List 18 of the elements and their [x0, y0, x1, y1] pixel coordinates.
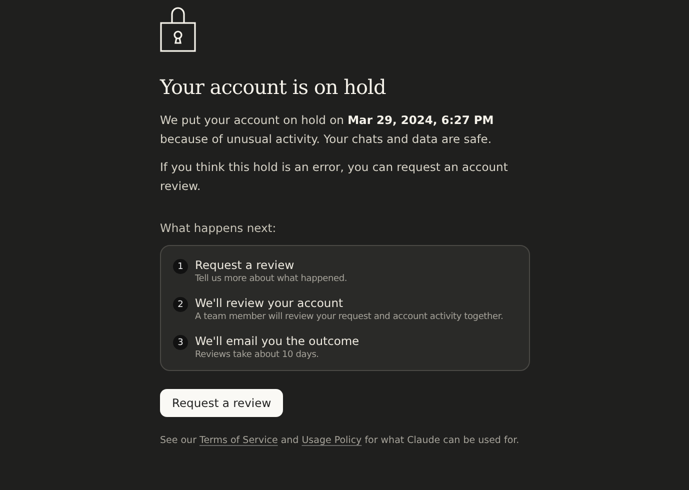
policy-link[interactable]: Terms of Service: [200, 435, 278, 446]
policy-link[interactable]: Usage Policy: [302, 435, 362, 446]
steps-heading: What happens next:: [160, 221, 278, 235]
step-title: We'll email you the outcome: [195, 334, 360, 349]
step-detail: A team member will review your request and account activity together.: [195, 311, 504, 324]
request-review-button[interactable]: Request a review: [160, 389, 284, 417]
padlock-icon: [160, 7, 196, 53]
step-number: 1: [173, 259, 188, 274]
review-note: If you think this hold is an error, you can request an account review.: [160, 159, 509, 195]
step-detail: Tell us more about what happened.: [195, 273, 347, 286]
step-number: 3: [173, 335, 188, 350]
step-detail: Reviews take about 10 days.: [195, 349, 320, 362]
step-title: We'll review your account: [195, 296, 344, 311]
step-number: 2: [173, 297, 188, 312]
page-title: Your account is on hold: [160, 75, 387, 99]
hold-description: We put your account on hold on Mar 29, 2024, 6:27 PM because of unusual activity. Your chats and data are safe.: [160, 112, 495, 148]
step-title: Request a review: [195, 258, 296, 273]
footer-text: See our Terms of Service and Usage Policy for what Claude can be used for.: [160, 435, 520, 446]
